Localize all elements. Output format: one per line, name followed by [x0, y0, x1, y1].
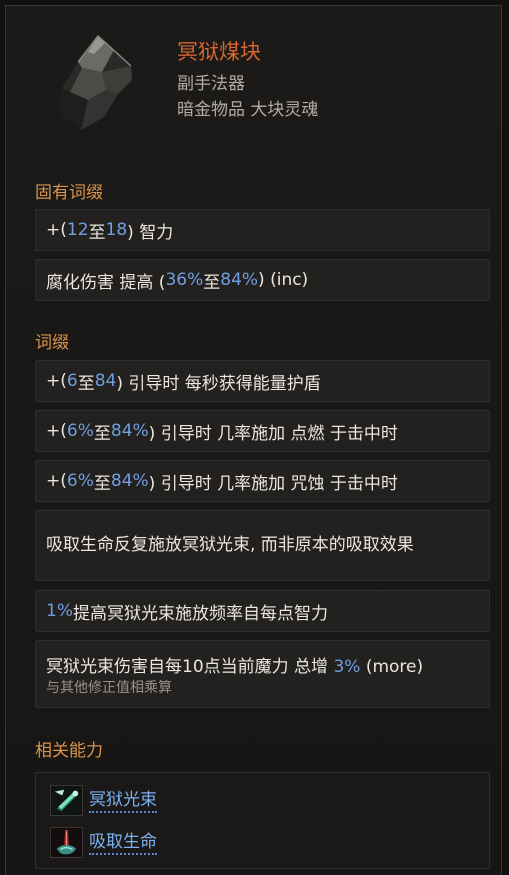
- implicit-section-title: 固有词缀: [35, 183, 103, 203]
- implicit-row-intelligence: +(12 至 18) 智力: [35, 209, 490, 251]
- affix-row-drain-life: 吸取生命反复施放冥狱光束, 而非原本的吸取效果: [35, 510, 490, 581]
- implicit-row-corruption-damage: 腐化伤害 提高 (36% 至 84%) (inc): [35, 259, 490, 301]
- related-skills-box: 冥狱光束 吸取生命: [35, 772, 490, 869]
- item-name: 冥狱煤块: [177, 40, 261, 64]
- skill-drain-life[interactable]: 吸取生命: [50, 827, 157, 858]
- skill-link-drain-life[interactable]: 吸取生命: [89, 831, 157, 855]
- coal-lump-icon: [60, 34, 132, 130]
- affix-row-energy-shield: +(6 至 84) 引导时 每秒获得能量护盾: [35, 360, 490, 402]
- skill-link-nether-beam[interactable]: 冥狱光束: [89, 789, 157, 813]
- skill-nether-beam[interactable]: 冥狱光束: [50, 785, 157, 816]
- affix-row-cast-frequency: 1% 提高冥狱光束施放频率自每点智力: [35, 590, 490, 632]
- related-section-title: 相关能力: [35, 741, 103, 761]
- affix-row-ignite: +(6% 至 84%) 引导时 几率施加 点燃 于击中时: [35, 410, 490, 452]
- item-tooltip: 冥狱煤块 副手法器 暗金物品 大块灵魂 固有词缀 +(12 至 18) 智力 腐…: [5, 5, 502, 875]
- drain-life-icon: [50, 827, 83, 858]
- affix-section-title: 词缀: [35, 333, 69, 353]
- item-type: 副手法器: [177, 74, 245, 94]
- item-subtitle: 暗金物品 大块灵魂: [177, 100, 319, 120]
- nether-beam-icon: [50, 785, 83, 816]
- affix-row-curse: +(6% 至 84%) 引导时 几率施加 咒蚀 于击中时: [35, 460, 490, 502]
- affix-row-beam-damage: 冥狱光束伤害自每10点当前魔力 总增 3% (more) 与其他修正值相乘算: [35, 640, 490, 708]
- affix-note: 与其他修正值相乘算: [46, 680, 172, 696]
